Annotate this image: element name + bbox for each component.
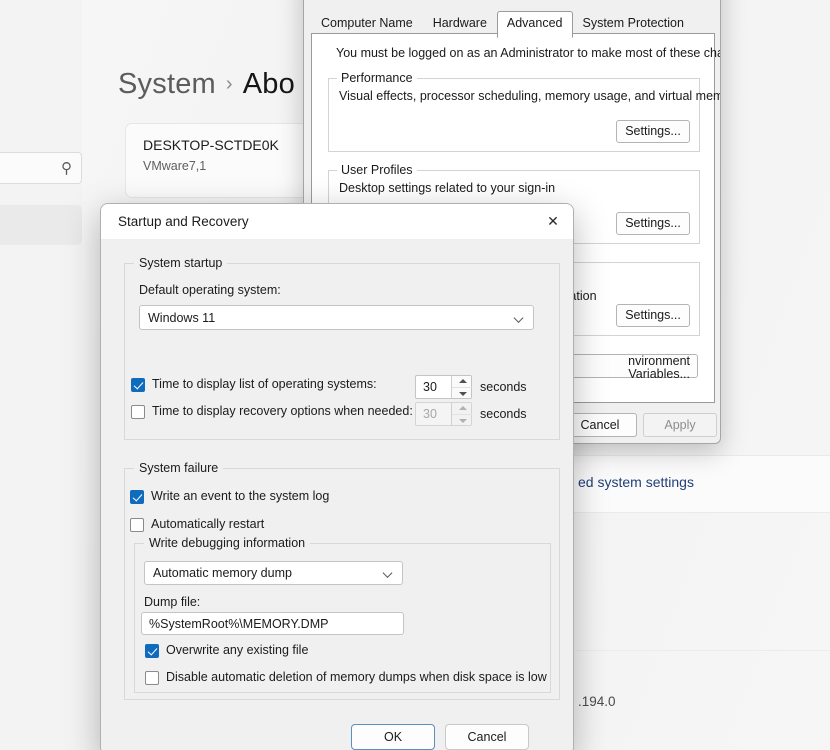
- user-profiles-settings-button[interactable]: Settings...: [616, 212, 690, 235]
- search-icon: ⚲: [61, 159, 72, 177]
- default-os-combobox[interactable]: Windows 11: [139, 305, 534, 330]
- user-profiles-group-title: User Profiles: [337, 163, 417, 177]
- timeout-os-value: 30: [423, 380, 437, 394]
- write-event-checkbox[interactable]: [130, 490, 144, 504]
- ok-button[interactable]: OK: [351, 724, 435, 750]
- device-model: VMware7,1: [143, 159, 206, 173]
- settings-divider: [560, 650, 830, 651]
- write-debugging-group: Write debugging information Automatic me…: [134, 543, 551, 693]
- auto-restart-checkbox[interactable]: [130, 518, 144, 532]
- os-build-version: .194.0: [578, 694, 616, 709]
- dialog-title-bar: Startup and Recovery ✕: [101, 204, 574, 240]
- system-failure-group: System failure Write an event to the sys…: [124, 468, 560, 700]
- timeout-recovery-unit: seconds: [480, 407, 527, 421]
- overwrite-checkbox[interactable]: [145, 644, 159, 658]
- spinner-down-icon[interactable]: [452, 414, 472, 425]
- write-event-label: Write an event to the system log: [151, 489, 329, 503]
- startup-and-recovery-dialog: Startup and Recovery ✕ System startup De…: [100, 203, 574, 750]
- performance-group-description: Visual effects, processor scheduling, me…: [339, 89, 721, 103]
- auto-restart-label: Automatically restart: [151, 517, 264, 531]
- breadcrumb-separator-icon: ›: [216, 73, 243, 95]
- system-failure-group-title: System failure: [134, 461, 223, 475]
- system-startup-group-title: System startup: [134, 256, 227, 270]
- performance-settings-button[interactable]: Settings...: [616, 120, 690, 143]
- page-title: Abo: [243, 68, 295, 100]
- disable-deletion-checkbox[interactable]: [145, 671, 159, 685]
- disable-deletion-label: Disable automatic deletion of memory dum…: [166, 670, 547, 684]
- default-os-value: Windows 11: [148, 311, 215, 325]
- startup-recovery-settings-button[interactable]: Settings...: [616, 304, 690, 327]
- device-name: DESKTOP-SCTDE0K: [143, 137, 279, 153]
- timeout-recovery-checkbox[interactable]: [131, 405, 145, 419]
- breadcrumb-parent[interactable]: System: [118, 68, 216, 100]
- system-startup-group: System startup Default operating system:…: [124, 263, 560, 440]
- dump-file-value: %SystemRoot%\MEMORY.DMP: [149, 617, 328, 631]
- timeout-os-spinner-buttons[interactable]: [451, 376, 471, 398]
- environment-variables-button[interactable]: nvironment Variables...: [570, 354, 698, 378]
- close-icon[interactable]: ✕: [531, 204, 574, 239]
- timeout-recovery-spinner[interactable]: 30: [415, 402, 472, 426]
- timeout-os-unit: seconds: [480, 380, 527, 394]
- spinner-down-icon[interactable]: [452, 387, 472, 398]
- timeout-os-label: Time to display list of operating system…: [152, 377, 377, 391]
- search-input[interactable]: ⚲: [0, 152, 82, 184]
- dump-type-combobox[interactable]: Automatic memory dump: [144, 561, 403, 585]
- sidebar-item-selected[interactable]: [0, 205, 82, 245]
- dump-file-input[interactable]: %SystemRoot%\MEMORY.DMP: [141, 612, 404, 635]
- system-properties-apply-button[interactable]: Apply: [643, 413, 717, 437]
- timeout-recovery-label: Time to display recovery options when ne…: [152, 404, 413, 418]
- default-os-label: Default operating system:: [139, 283, 281, 297]
- advanced-system-settings-link[interactable]: ed system settings: [578, 474, 694, 490]
- timeout-recovery-spinner-buttons[interactable]: [451, 403, 471, 425]
- tab-advanced[interactable]: Advanced: [497, 11, 573, 38]
- system-properties-tabs: Computer NameHardwareAdvancedSystem Prot…: [311, 11, 715, 35]
- chevron-down-icon: [515, 313, 524, 322]
- timeout-os-checkbox[interactable]: [131, 378, 145, 392]
- dump-type-value: Automatic memory dump: [153, 566, 292, 580]
- spinner-up-icon[interactable]: [452, 376, 472, 387]
- overwrite-label: Overwrite any existing file: [166, 643, 308, 657]
- administrator-note: You must be logged on as an Administrato…: [336, 46, 721, 60]
- tab-hardware[interactable]: Hardware: [423, 12, 497, 36]
- dialog-cancel-button[interactable]: Cancel: [445, 724, 529, 750]
- dialog-body: System startup Default operating system:…: [101, 240, 574, 750]
- breadcrumb: System›Abo: [118, 68, 295, 101]
- dump-file-label: Dump file:: [144, 595, 200, 609]
- spinner-up-icon[interactable]: [452, 403, 472, 414]
- settings-sidebar: [0, 0, 82, 750]
- performance-group-title: Performance: [337, 71, 417, 85]
- timeout-recovery-value: 30: [423, 407, 437, 421]
- chevron-down-icon: [384, 569, 393, 578]
- user-profiles-group-description: Desktop settings related to your sign-in: [339, 181, 555, 195]
- dialog-title: Startup and Recovery: [118, 214, 249, 229]
- screen: ⚲ System›Abo DESKTOP-SCTDE0K VMware7,1 e…: [0, 0, 830, 750]
- write-debugging-group-title: Write debugging information: [144, 536, 310, 550]
- performance-group: Performance Visual effects, processor sc…: [328, 78, 700, 152]
- timeout-os-spinner[interactable]: 30: [415, 375, 472, 399]
- system-properties-cancel-button[interactable]: Cancel: [563, 413, 637, 437]
